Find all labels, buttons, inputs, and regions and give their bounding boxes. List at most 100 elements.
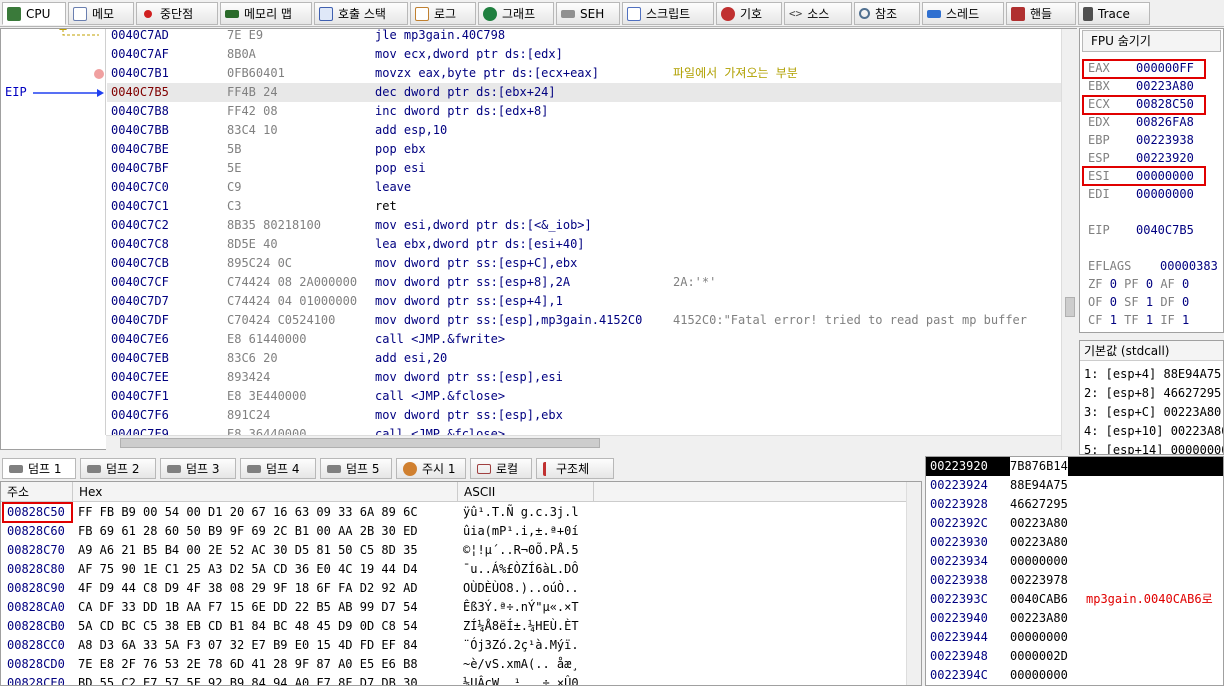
dump-row[interactable]: 00828CD0 7E E8 2F 76 53 2E 78 6D 41 28 9F… xyxy=(1,655,906,674)
disasm-row[interactable]: 0040C7C8 8D5E 40 lea ebx,dword ptr ds:[esi… xyxy=(107,235,1061,254)
disasm-row[interactable]: 0040C7E6 E8 61440000 call <JMP.&fwrite> xyxy=(107,330,1061,349)
stack-view[interactable]: 00223920 7B876B14 00223924 88E94A75 002239… xyxy=(925,456,1224,686)
stack-row[interactable]: 00223928 46627295 xyxy=(926,495,1223,514)
column-header-ascii[interactable]: ASCII xyxy=(458,482,594,502)
tab-dump-3[interactable]: 덤프 3 xyxy=(160,458,236,479)
stack-row[interactable]: 00223948 0000002D xyxy=(926,647,1223,666)
disasm-row-current[interactable]: 0040C7B5 FF4B 24 dec dword ptr ds:[ebx+24] xyxy=(107,83,1061,102)
stack-row[interactable]: 00223940 00223A80 xyxy=(926,609,1223,628)
tab-dump-4[interactable]: 덤프 4 xyxy=(240,458,316,479)
memory-dump-view[interactable]: 주소 Hex ASCII 00828C50 FF FB B9 00 54 00 D… xyxy=(0,481,922,686)
disasm-row[interactable]: 0040C7DF C70424 C0524100 mov dword ptr ss:… xyxy=(107,311,1061,330)
dump-row[interactable]: 00828C50 FF FB B9 00 54 00 D1 20 67 16 63… xyxy=(1,503,906,522)
disasm-row[interactable]: 0040C7C1 C3 ret xyxy=(107,197,1061,216)
arg-row: 3: [esp+C] 00223A80 xyxy=(1084,405,1222,419)
tab-dump-1[interactable]: 덤프 1 xyxy=(2,458,76,479)
watch-icon xyxy=(403,461,417,476)
disasm-row[interactable]: 0040C7D7 C74424 04 01000000 mov dword ptr … xyxy=(107,292,1061,311)
tab-locals[interactable]: 로컬 xyxy=(470,458,532,479)
tab-symbols[interactable]: 기호 xyxy=(716,2,782,25)
tab-breakpoints[interactable]: 중단점 xyxy=(136,2,218,25)
register-edx[interactable]: EDX 00826FA8 xyxy=(1088,113,1194,131)
highlight-box xyxy=(1082,95,1206,115)
scroll-thumb[interactable] xyxy=(120,438,600,448)
tab-graph[interactable]: 그래프 xyxy=(478,2,554,25)
tab-cpu[interactable]: CPU xyxy=(2,2,66,25)
disasm-row[interactable]: 0040C7AD 7E E9 jle mp3gain.40C798 xyxy=(107,26,1061,45)
dump-vertical-scrollbar[interactable] xyxy=(906,482,921,685)
dump-tab-bar: 덤프 1 덤프 2 덤프 3 덤프 4 덤프 5 주시 1 로컬 구조체 xyxy=(0,456,924,480)
dump-row[interactable]: 00828CE0 BD 55 C2 E7 57 5F 92 B9 84 94 A0… xyxy=(1,674,906,685)
tab-memory-map[interactable]: 메모리 맵 xyxy=(220,2,312,25)
tab-handles[interactable]: 핸들 xyxy=(1006,2,1076,25)
disasm-row[interactable]: 0040C7AF 8B0A mov ecx,dword ptr ds:[edx] xyxy=(107,45,1061,64)
flags-row[interactable]: ZF 0 PF 0 AF 0 xyxy=(1088,275,1189,293)
dump-row[interactable]: 00828CA0 CA DF 33 DD 1B AA F7 15 6E DD 22… xyxy=(1,598,906,617)
dump-row[interactable]: 00828C90 4F D9 44 C8 D9 4F 38 08 29 9F 18… xyxy=(1,579,906,598)
disasm-row[interactable]: 0040C7B1 0FB60401 movzx eax,byte ptr ds:[e… xyxy=(107,64,1061,83)
dump-row[interactable]: 00828CC0 A8 D3 6A 33 5A F3 07 32 E7 B9 E0… xyxy=(1,636,906,655)
tab-log[interactable]: 로그 xyxy=(410,2,476,25)
tab-dump-5[interactable]: 덤프 5 xyxy=(320,458,392,479)
disasm-row[interactable]: 0040C7F1 E8 3E440000 call <JMP.&fclose> xyxy=(107,387,1061,406)
flags-row[interactable]: CF 1 TF 1 IF 1 xyxy=(1088,311,1189,329)
stack-row[interactable]: 0022394C 00000000 xyxy=(926,666,1223,685)
disasm-row[interactable]: 0040C7CB 895C24 0C mov dword ptr ss:[esp+C… xyxy=(107,254,1061,273)
disasm-horizontal-scrollbar[interactable] xyxy=(106,435,1061,450)
dump-icon xyxy=(9,464,23,473)
stack-row[interactable]: 00223944 00000000 xyxy=(926,628,1223,647)
disasm-row[interactable]: 0040C7BE 5B pop ebx xyxy=(107,140,1061,159)
tab-trace[interactable]: Trace xyxy=(1078,2,1150,25)
dump-row[interactable]: 00828C70 A9 A6 21 B5 B4 00 2E 52 AC 30 D5… xyxy=(1,541,906,560)
tab-struct[interactable]: 구조체 xyxy=(536,458,614,479)
register-edi[interactable]: EDI 00000000 xyxy=(1088,185,1194,203)
register-ebx[interactable]: EBX 00223A80 xyxy=(1088,77,1194,95)
calling-convention-select[interactable]: 기본값 (stdcall) xyxy=(1080,341,1223,361)
register-eip[interactable]: EIP 0040C7B5 xyxy=(1088,221,1194,239)
tab-dump-2[interactable]: 덤프 2 xyxy=(80,458,156,479)
dump-icon xyxy=(167,464,181,473)
disasm-row[interactable]: 0040C7BF 5E pop esi xyxy=(107,159,1061,178)
stack-row[interactable]: 0022393C 0040CAB6 mp3gain.0040CAB6로 xyxy=(926,590,1223,609)
tab-seh[interactable]: SEH xyxy=(556,2,620,25)
disasm-row[interactable]: 0040C7F6 891C24 mov dword ptr ss:[esp],ebx xyxy=(107,406,1061,425)
flags-row[interactable]: OF 0 SF 1 DF 0 xyxy=(1088,293,1189,311)
tab-call-stack[interactable]: 호출 스택 xyxy=(314,2,408,25)
tab-script[interactable]: 스크립트 xyxy=(622,2,714,25)
disasm-row[interactable]: 0040C7EE 893424 mov dword ptr ss:[esp],esi xyxy=(107,368,1061,387)
column-header-hex[interactable]: Hex xyxy=(73,482,458,502)
disasm-row[interactable]: 0040C7C0 C9 leave xyxy=(107,178,1061,197)
stack-row[interactable]: 00223924 88E94A75 xyxy=(926,476,1223,495)
disasm-row[interactable]: 0040C7EB 83C6 20 add esi,20 xyxy=(107,349,1061,368)
dump-row[interactable]: 00828C60 FB 69 61 28 60 50 B9 9F 69 2C B1… xyxy=(1,522,906,541)
tab-references[interactable]: 참조 xyxy=(854,2,920,25)
register-eflags[interactable]: EFLAGS 00000383 xyxy=(1088,257,1218,275)
tab-source[interactable]: <> 소스 xyxy=(784,2,852,25)
register-esp[interactable]: ESP 00223920 xyxy=(1088,149,1194,167)
tab-notes[interactable]: 메모 xyxy=(68,2,134,25)
tab-threads[interactable]: 스레드 xyxy=(922,2,1004,25)
stack-row-top[interactable]: 00223920 7B876B14 xyxy=(926,457,1223,476)
scroll-thumb[interactable] xyxy=(1065,297,1075,317)
dump-row[interactable]: 00828CB0 5A CD BC C5 38 EB CD B1 84 BC 48… xyxy=(1,617,906,636)
eip-label: EIP xyxy=(5,85,27,99)
register-ebp[interactable]: EBP 00223938 xyxy=(1088,131,1194,149)
disasm-row[interactable]: 0040C7B8 FF42 08 inc dword ptr ds:[edx+8] xyxy=(107,102,1061,121)
stack-row[interactable]: 00223938 00223978 xyxy=(926,571,1223,590)
dump-row[interactable]: 00828C80 AF 75 90 1E C1 25 A3 D2 5A CD 36… xyxy=(1,560,906,579)
stack-row[interactable]: 0022392C 00223A80 xyxy=(926,514,1223,533)
fpu-toggle-button[interactable]: FPU 숨기기 xyxy=(1082,30,1221,52)
disasm-vertical-scrollbar[interactable] xyxy=(1061,29,1077,450)
disasm-row[interactable]: 0040C7CF C74424 08 2A000000 mov dword ptr … xyxy=(107,273,1061,292)
column-header-blank xyxy=(594,482,906,502)
disasm-row[interactable]: 0040C7F9 E8 36440000 call <JMP.&fclose> xyxy=(107,425,1061,435)
stack-row[interactable]: 00223930 00223A80 xyxy=(926,533,1223,552)
memory-map-icon xyxy=(225,9,239,18)
disassembly-view[interactable]: EIP 0040C7AD 7E E9 jle mp3gain.40C798 0040… xyxy=(0,25,1077,450)
column-header-address[interactable]: 주소 xyxy=(1,482,73,502)
disasm-row[interactable]: 0040C7C2 8B35 80218100 mov esi,dword ptr d… xyxy=(107,216,1061,235)
stack-row[interactable]: 00223934 00000000 xyxy=(926,552,1223,571)
call-arguments-panel: 기본값 (stdcall) 1: [esp+4] 88E94A75 2: [es… xyxy=(1079,340,1224,455)
tab-watch-1[interactable]: 주시 1 xyxy=(396,458,466,479)
disasm-row[interactable]: 0040C7BB 83C4 10 add esp,10 xyxy=(107,121,1061,140)
